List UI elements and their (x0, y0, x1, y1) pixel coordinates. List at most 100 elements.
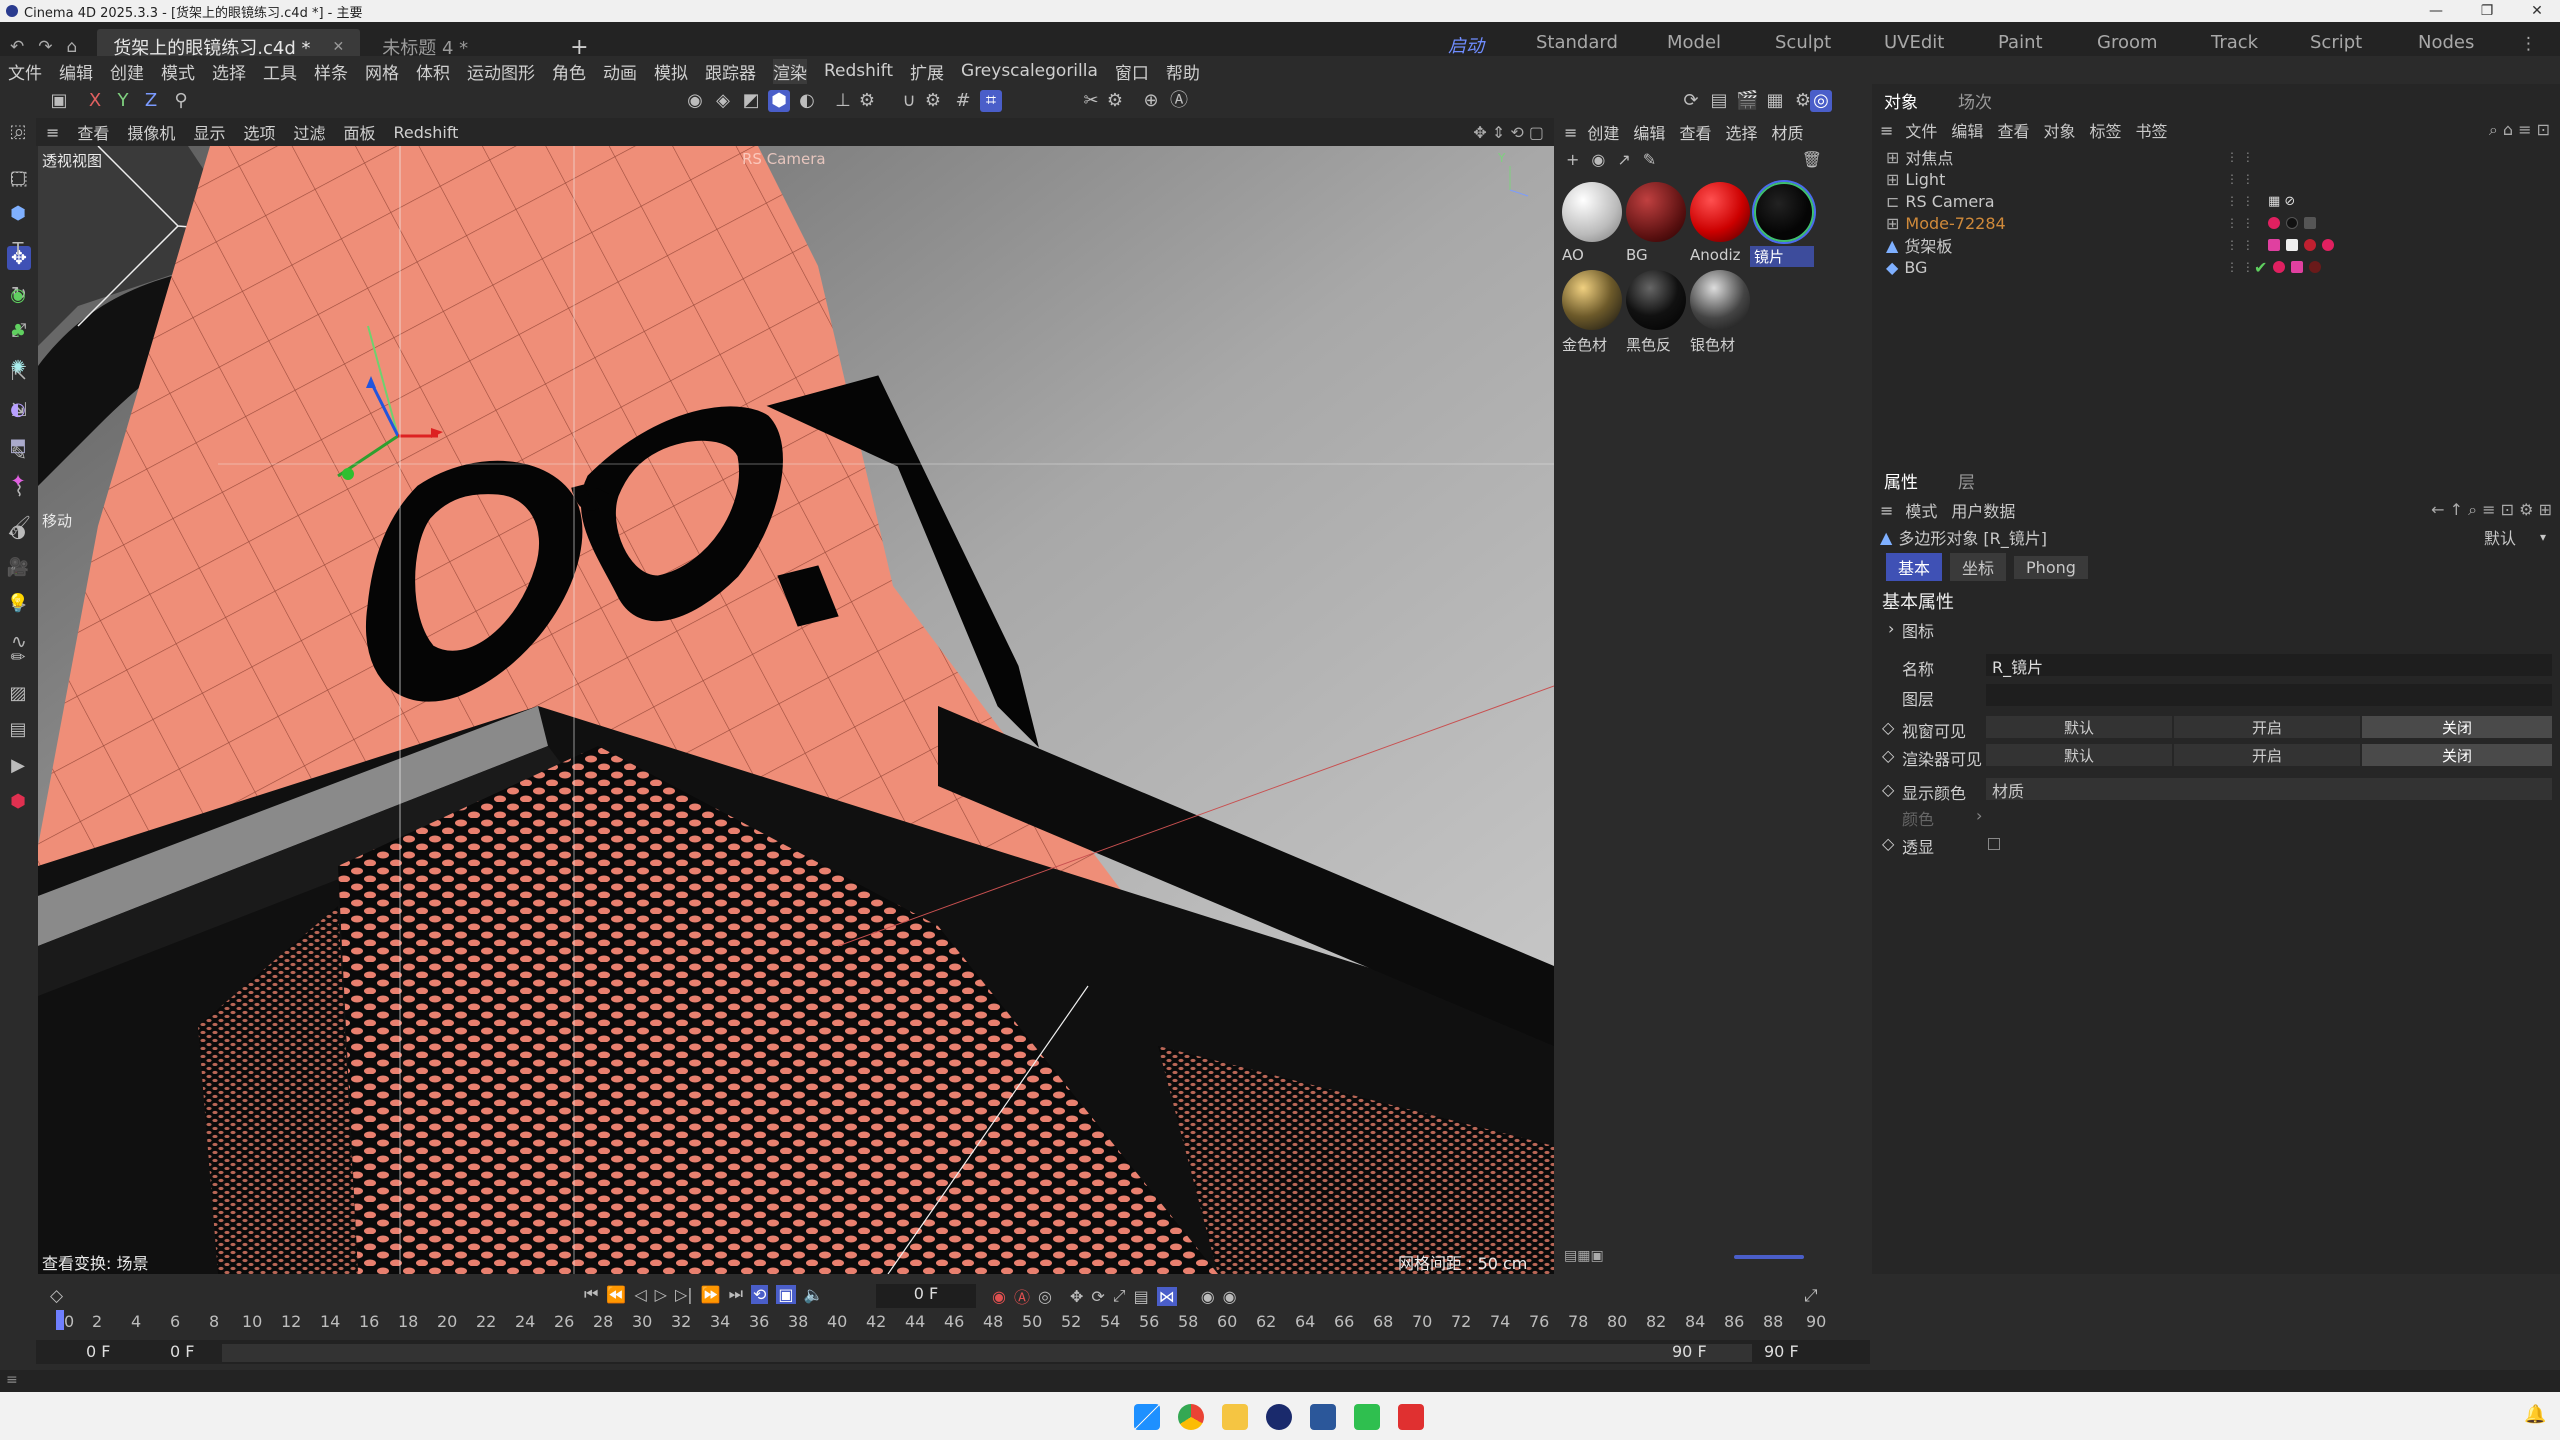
menu-spline[interactable]: 样条 (314, 59, 348, 84)
image-icon[interactable]: ▨ (6, 682, 30, 706)
menu-mesh[interactable]: 网格 (365, 59, 399, 84)
name-input[interactable]: R_镜片 (1986, 654, 2552, 677)
menu-simulate[interactable]: 模拟 (654, 59, 688, 84)
primitive-cube-icon[interactable]: ⬢ (6, 202, 30, 226)
material-view-toggle[interactable]: ▤▦▣ (1564, 1248, 1604, 1264)
range-end-field[interactable]: 90 F (1764, 1342, 1799, 1361)
material-sphere-icon[interactable]: ◉ (1591, 150, 1605, 169)
om-menu-file[interactable]: 文件 (1905, 118, 1937, 142)
go-end-icon[interactable]: ⏭ (729, 1284, 743, 1304)
vp-menu-view[interactable]: 查看 (77, 120, 109, 144)
attr-preset-dropdown[interactable]: 默认 (2484, 525, 2516, 549)
polygons-mode-icon[interactable]: ⬢ (768, 90, 790, 112)
shelf-tags[interactable] (2268, 236, 2340, 255)
object-row-shelf[interactable]: ▲ 货架板 ⋮ ⋮ (1886, 234, 2546, 256)
redshift-logo-icon[interactable]: ⬢ (6, 790, 30, 814)
render-region-icon[interactable]: ▤ (1708, 90, 1730, 112)
visibility-toggle[interactable]: ⋮ ⋮ (2226, 150, 2254, 164)
layout-tab-model[interactable]: Model (1667, 32, 1721, 53)
layout-tab-uvedit[interactable]: UVEdit (1884, 32, 1944, 53)
prev-key-icon[interactable]: ⏪ (606, 1285, 626, 1304)
current-frame-field[interactable]: 0 F (876, 1284, 976, 1308)
render-visible-on[interactable]: 开启 (2174, 744, 2360, 766)
tab-attributes[interactable]: 属性 (1884, 468, 1918, 493)
key-pos-icon[interactable]: ✥ (1070, 1287, 1083, 1306)
material-zoom-slider[interactable] (1734, 1255, 1804, 1259)
layout-tab-standard[interactable]: Standard (1536, 32, 1618, 53)
redshift-object-icon[interactable]: ✦ (6, 470, 30, 494)
picture-viewer-side-icon[interactable]: ▤ (6, 718, 30, 742)
preview-range-slider[interactable] (222, 1344, 1752, 1362)
object-row-mode-72284[interactable]: ⊞ Mode-72284 ⋮ ⋮ (1886, 212, 2546, 234)
undo-icon[interactable]: ↶ (10, 37, 24, 57)
attr-panel-icon[interactable]: ≡ (1880, 501, 1893, 520)
menu-redshift[interactable]: Redshift (824, 61, 893, 81)
layout-tab-track[interactable]: Track (2211, 32, 2258, 53)
deformer-icon[interactable]: ◐ (6, 398, 30, 422)
light-icon[interactable]: 💡 (6, 592, 30, 616)
motion-settings-icon[interactable]: ◉ (1223, 1287, 1237, 1306)
motion-icon[interactable]: ◉ (1201, 1287, 1215, 1306)
save-icon[interactable]: ▣ (48, 90, 70, 112)
3d-viewport[interactable]: Y 透视视图 RS Camera 移动 查看变换: 场景 网格间距 : 50 c… (38, 146, 1554, 1274)
workplane-icon[interactable]: ⌗ (980, 90, 1002, 112)
tab-layers[interactable]: 层 (1958, 468, 1975, 493)
model-mode-icon[interactable]: ◉ (684, 90, 706, 112)
material-bg[interactable] (1626, 182, 1686, 242)
om-menu-tags[interactable]: 标签 (2089, 118, 2121, 142)
add-material-icon[interactable]: + (1566, 150, 1579, 169)
close-tab-icon[interactable]: ✕ (333, 39, 345, 55)
tab-objects[interactable]: 对象 (1884, 88, 1918, 113)
range-start-field[interactable]: 0 F (86, 1342, 110, 1361)
material-silver[interactable] (1690, 270, 1750, 330)
visibility-toggle[interactable]: ⋮ ⋮ (2226, 194, 2254, 208)
attr-menu-userdata[interactable]: 用户数据 (1951, 498, 2015, 522)
mat-menu-view[interactable]: 查看 (1679, 120, 1711, 144)
vp-menu-options[interactable]: 选项 (243, 120, 275, 144)
notification-icon[interactable]: 🔔 (2524, 1404, 2546, 1425)
key-scale-icon[interactable]: ⤢ (1113, 1286, 1126, 1306)
om-menu-bookmarks[interactable]: 书签 (2135, 118, 2167, 142)
visibility-toggle[interactable]: ⋮ ⋮ (2226, 216, 2254, 230)
vp-menu-filter[interactable]: 过滤 (293, 120, 325, 144)
layout-tab-script[interactable]: Script (2310, 32, 2362, 53)
menu-help[interactable]: 帮助 (1166, 59, 1200, 84)
om-menu-object[interactable]: 对象 (2043, 118, 2075, 142)
axis-x-button[interactable]: X (84, 90, 106, 112)
menu-file[interactable]: 文件 (8, 59, 42, 84)
layout-tab-paint[interactable]: Paint (1998, 32, 2043, 53)
material-anodiz[interactable] (1690, 182, 1750, 242)
key-param-icon[interactable]: ▤ (1134, 1287, 1149, 1306)
render-icon[interactable]: 🎬 (1736, 90, 1758, 112)
layer-field[interactable] (1986, 684, 2552, 706)
color-expand-icon[interactable]: › (1976, 806, 1982, 825)
timeline-graph-icon[interactable]: ⤢ (1804, 1286, 1818, 1306)
menu-greyscalegorilla[interactable]: Greyscalegorilla (961, 61, 1098, 81)
object-row-focus[interactable]: ⊞ 对焦点 ⋮ ⋮ (1886, 146, 2546, 169)
layout-tab-sculpt[interactable]: Sculpt (1775, 32, 1831, 53)
autokey-icon[interactable]: Ⓐ (1014, 1284, 1030, 1308)
om-menu-edit[interactable]: 编辑 (1951, 118, 1983, 142)
keyframe-icon[interactable]: ◇ (50, 1286, 63, 1306)
edges-mode-icon[interactable]: ◩ (740, 90, 762, 112)
object-row-light[interactable]: ⊞ Light ⋮ ⋮ (1886, 168, 2546, 190)
play-render-icon[interactable]: ▶ (6, 754, 30, 778)
material-gold[interactable] (1562, 270, 1622, 330)
cube-icon[interactable]: ⬚ (6, 120, 30, 144)
layout-tab-groom[interactable]: Groom (2097, 32, 2158, 53)
material-ao[interactable] (1562, 182, 1622, 242)
layout-tab-nodes[interactable]: Nodes (2418, 32, 2474, 53)
axis-mode-icon[interactable]: ⊥ (832, 90, 854, 112)
cinema4d-icon[interactable] (1266, 1404, 1292, 1430)
viewport-panel-icon[interactable]: ≡ (46, 123, 59, 142)
close-window-button[interactable]: ✕ (2514, 0, 2560, 22)
environment-icon[interactable]: ◑ (6, 520, 30, 544)
menu-edit[interactable]: 编辑 (59, 59, 93, 84)
view-visible-default[interactable]: 默认 (1986, 716, 2172, 738)
camera-tag-icon[interactable]: ▦ ⊘ (2268, 194, 2295, 209)
file-explorer-icon[interactable] (1222, 1404, 1248, 1430)
effector-icon[interactable]: ✺ (6, 356, 30, 380)
mat-menu-select[interactable]: 选择 (1725, 120, 1757, 144)
view-visible-on[interactable]: 开启 (2174, 716, 2360, 738)
status-menu-icon[interactable]: ≡ (6, 1372, 18, 1388)
